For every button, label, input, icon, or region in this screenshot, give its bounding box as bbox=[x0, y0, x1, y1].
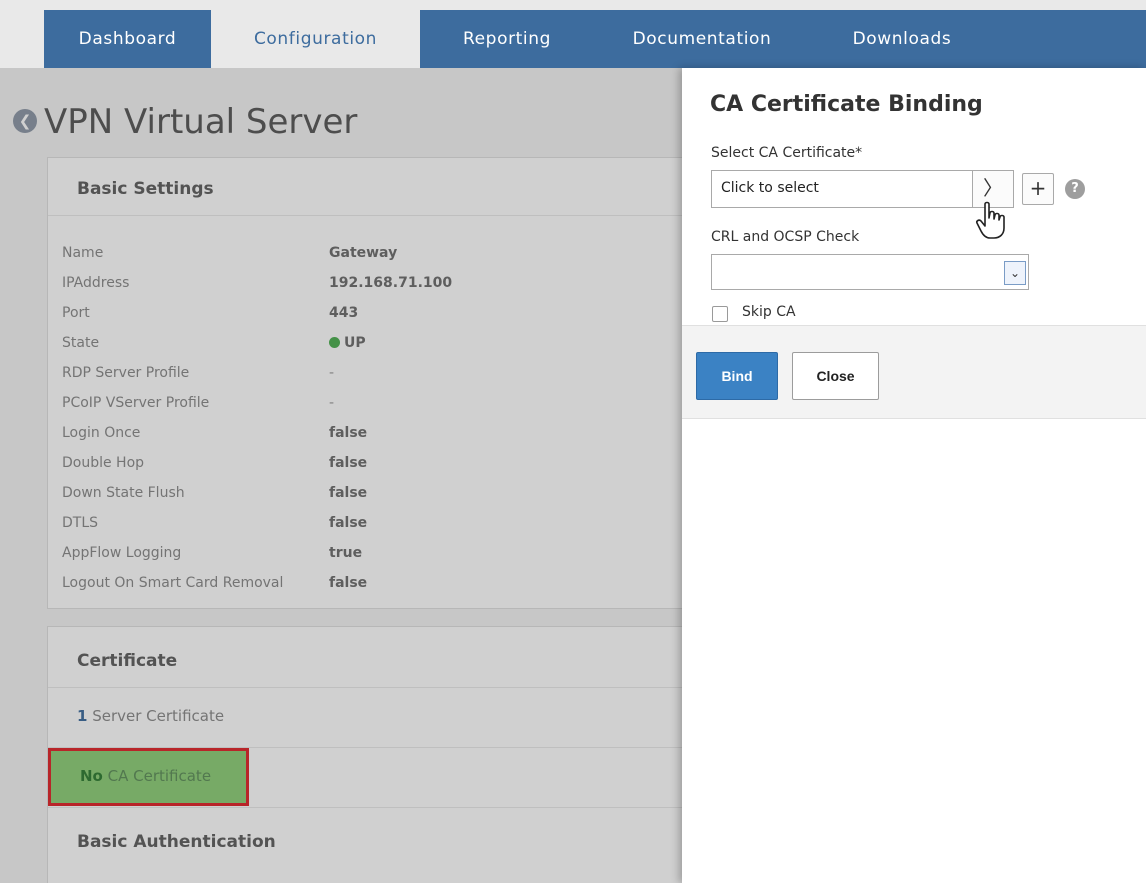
close-button[interactable]: Close bbox=[792, 352, 879, 400]
tab-downloads[interactable]: Downloads bbox=[810, 10, 994, 68]
chevron-down-icon[interactable]: ⌄ bbox=[1004, 261, 1026, 285]
select-ca-certificate-label: Select CA Certificate* bbox=[711, 145, 863, 161]
tab-documentation[interactable]: Documentation bbox=[594, 10, 810, 68]
ca-certificate-binding-dialog: CA Certificate Binding Select CA Certifi… bbox=[682, 68, 1146, 883]
help-icon[interactable]: ? bbox=[1065, 179, 1085, 199]
crl-ocsp-label: CRL and OCSP Check bbox=[711, 229, 860, 245]
crl-ocsp-select[interactable]: ⌄ bbox=[711, 254, 1029, 290]
skip-ca-checkbox[interactable] bbox=[712, 306, 728, 322]
skip-ca-label: Skip CA bbox=[742, 304, 796, 320]
tab-dashboard[interactable]: Dashboard bbox=[44, 10, 211, 68]
ca-certificate-select[interactable]: Click to select bbox=[711, 170, 973, 208]
modal-overlay bbox=[0, 68, 682, 883]
tab-reporting[interactable]: Reporting bbox=[420, 10, 594, 68]
tab-configuration[interactable]: Configuration bbox=[211, 10, 420, 68]
bind-button[interactable]: Bind bbox=[696, 352, 778, 400]
dialog-title: CA Certificate Binding bbox=[710, 92, 983, 117]
top-nav: Dashboard Configuration Reporting Docume… bbox=[0, 0, 1146, 68]
plus-icon[interactable]: + bbox=[1022, 173, 1054, 205]
hand-pointer-icon bbox=[976, 201, 1005, 239]
dialog-footer: Bind Close bbox=[682, 325, 1146, 419]
